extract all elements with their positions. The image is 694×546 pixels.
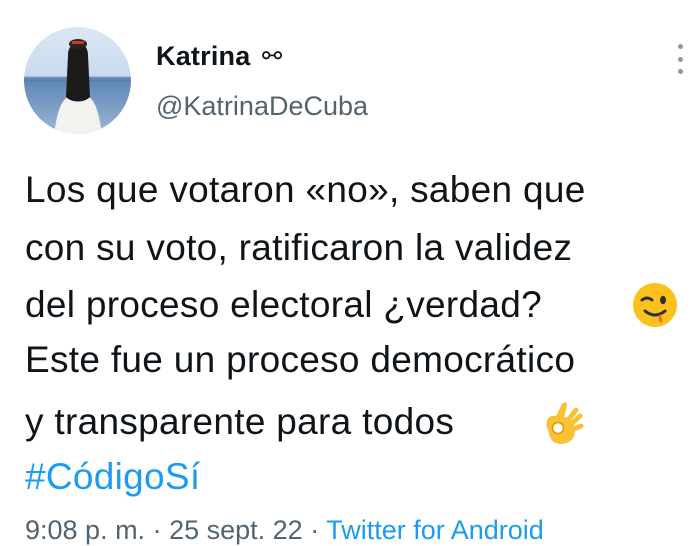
tweet-time[interactable]: 9:08 p. m.	[25, 515, 145, 545]
tweet-card: Katrina ⚯ @KatrinaDeCuba Los que votaron…	[0, 0, 694, 545]
display-name[interactable]: Katrina	[156, 40, 250, 72]
more-options-button[interactable]	[670, 44, 690, 74]
meta-separator: ·	[145, 515, 170, 545]
avatar[interactable]	[24, 27, 131, 134]
user-handle[interactable]: @KatrinaDeCuba	[156, 89, 368, 123]
ok-hand-emoji-icon	[546, 402, 584, 444]
tweet-text-line: con su voto, ratificaron la validez	[25, 227, 573, 268]
tweet-text-line: Los que votaron «no», saben que	[25, 169, 586, 210]
tweet-text-line: Este fue un proceso democrático	[25, 339, 576, 380]
name-symbol-icon: ⚯	[262, 42, 283, 70]
tweet-text-line: del proceso electoral ¿verdad?	[25, 284, 543, 325]
tweet-date[interactable]: 25 sept. 22	[169, 515, 303, 545]
dot	[677, 56, 683, 62]
tweet-text-line: y transparente para todos	[25, 401, 455, 442]
winking-face-emoji-icon	[633, 283, 677, 327]
dot	[677, 44, 683, 49]
meta-separator: ·	[302, 515, 327, 545]
dot	[677, 69, 683, 74]
tweet-source-link[interactable]: Twitter for Android	[326, 515, 544, 545]
tweet-metadata: 9:08 p. m. · 25 sept. 22 · Twitter for A…	[25, 514, 544, 546]
hashtag-link[interactable]: #CódigoSí	[25, 455, 201, 499]
